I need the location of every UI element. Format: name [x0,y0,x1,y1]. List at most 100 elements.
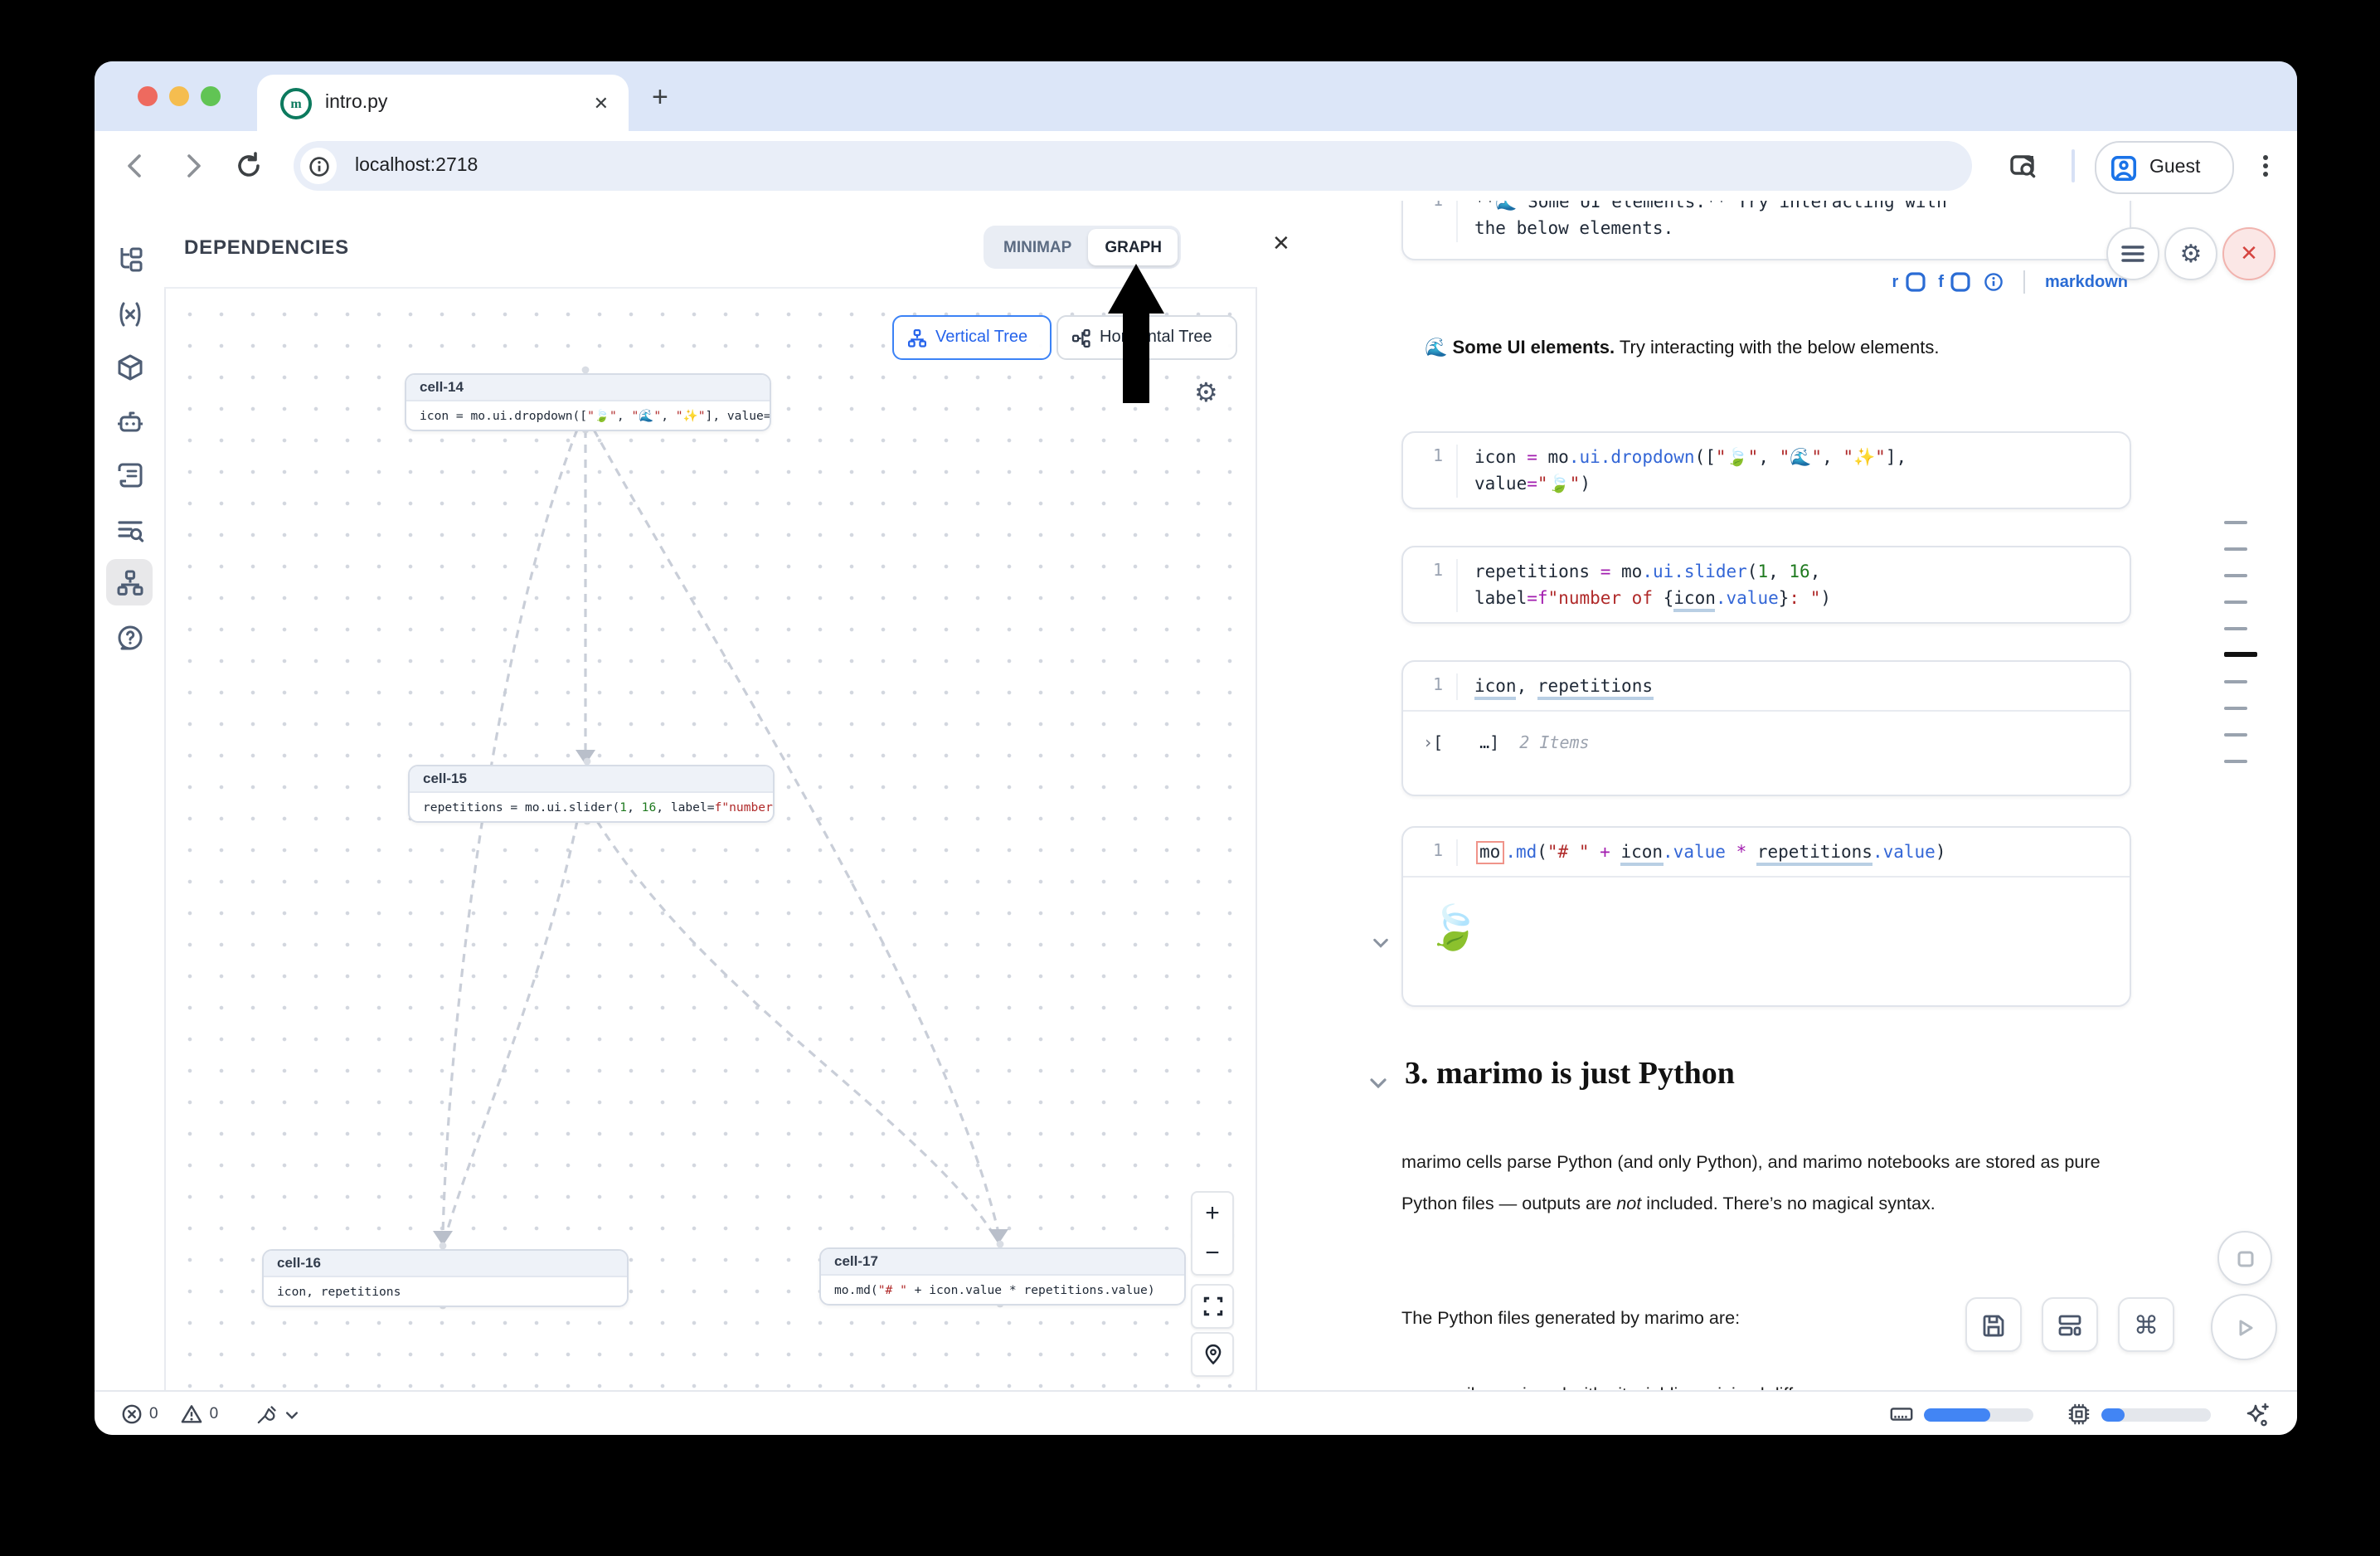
notebook-settings-button[interactable]: ⚙ [2164,227,2217,280]
warning-count[interactable]: 0 [182,1403,219,1425]
connection-status[interactable] [255,1403,299,1426]
chevron-down-icon [283,1406,299,1422]
cell-code[interactable]: icon = mo.ui.dropdown(["🍃", "🌊", "✨"],va… [1474,445,1906,498]
keyboard-shortcuts-button[interactable]: ⌘ [2118,1297,2174,1352]
cell-tuple-editor[interactable]: 1 icon, repetitions ›[…] 2 Items [1401,660,2131,796]
marimo-favicon-icon: m [280,87,312,119]
graph-node-cell-15[interactable]: cell-15 repetitions = mo.ui.slider(1, 16… [408,765,775,823]
graph-node-cell-14[interactable]: cell-14 icon = mo.ui.dropdown(["🍃", "🌊",… [405,373,771,431]
section-paragraph-2: The Python files generated by marimo are… [1401,1299,2138,1340]
info-icon[interactable] [1984,272,2004,292]
hamburger-icon [2121,244,2144,264]
panel-close-icon[interactable]: ✕ [1272,231,1290,257]
url-bar[interactable]: localhost:2718 [294,141,1972,191]
toc-line[interactable] [2224,733,2247,737]
cell-code[interactable]: **🌊 Some UI elements.** Try interacting … [1474,201,1947,242]
avatar-icon [2110,153,2138,182]
toc-line[interactable] [2224,707,2247,710]
fit-view-button[interactable] [1191,1284,1234,1329]
save-button[interactable] [1965,1297,2022,1352]
format-label[interactable]: f [1938,273,1944,291]
toc-line[interactable] [2224,760,2247,763]
toc-line[interactable] [2224,574,2247,577]
sidebar-item-packages[interactable] [106,343,153,390]
run-on-change-label[interactable]: r [1892,273,1898,291]
browser-tab-bar: m intro.py ✕ + [95,61,2297,131]
tuple-output[interactable]: ›[…] 2 Items [1403,712,2130,776]
graph-node-cell-17[interactable]: cell-17 mo.md("# " + icon.value * repeti… [819,1247,1186,1306]
wave-emoji: 🌊 [1425,338,1447,358]
toc-line[interactable] [2224,547,2247,551]
traffic-light-zoom[interactable] [201,86,221,106]
ai-assistant-button[interactable] [2244,1401,2271,1427]
locate-node-button[interactable] [1191,1332,1234,1377]
expand-chevron[interactable]: › [1423,735,1433,753]
toc-line[interactable] [2224,521,2247,524]
cell-dropdown-editor[interactable]: 1 icon = mo.ui.dropdown(["🍃", "🌊", "✨"],… [1401,431,2131,509]
collapsed-dots[interactable]: …] [1479,735,1499,753]
cell-code[interactable]: icon, repetitions [1474,673,1653,700]
section-paragraph: marimo cells parse Python (and only Pyth… [1401,1143,2138,1226]
close-x-icon: ✕ [2240,241,2258,267]
toc-line[interactable] [2224,680,2247,683]
browser-tab[interactable]: m intro.py ✕ [257,75,629,131]
traffic-light-minimize[interactable] [169,86,189,106]
section-collapse-chevron-icon[interactable] [1368,1073,1388,1093]
site-info-icon[interactable] [300,148,337,184]
gear-icon: ⚙ [2180,239,2203,269]
cell-markdown-editor[interactable]: 1 **🌊 Some UI elements.** Try interactin… [1401,201,2131,260]
sidebar-item-logs[interactable] [106,451,153,498]
cell-code[interactable]: repetitions = mo.ui.slider(1, 16,label=f… [1474,559,1831,612]
save-icon [1980,1311,2007,1338]
profile-button[interactable]: Guest [2095,141,2234,194]
language-badge[interactable]: markdown [2045,273,2128,291]
forward-icon[interactable] [177,151,207,181]
menu-dots-icon[interactable] [2251,151,2280,181]
graph-node-cell-16[interactable]: cell-16 icon, repetitions [262,1249,629,1307]
traffic-light-close[interactable] [138,86,158,106]
zoom-in-button[interactable]: + [1191,1191,1234,1236]
tab-close-icon[interactable]: ✕ [594,92,609,114]
toc-line-active[interactable] [2224,652,2257,657]
run-all-button[interactable] [2211,1294,2277,1360]
zoom-out-button[interactable]: − [1191,1233,1234,1276]
back-icon[interactable] [121,151,151,181]
sidebar-item-file-tree[interactable] [106,236,153,282]
sidebar-item-variables[interactable] [106,290,153,337]
sidebar-item-dependencies[interactable] [106,559,153,605]
stop-button[interactable] [2217,1231,2272,1286]
toc-line[interactable] [2224,627,2247,630]
warning-triangle-icon [182,1403,203,1425]
cell-md-editor[interactable]: 1 mo.md("# " + icon.value * repetitions.… [1401,826,2131,1007]
line-number: 1 [1403,839,1458,866]
layout-button[interactable] [2042,1297,2098,1352]
node-code: icon = mo.ui.dropdown(["🍃", "🌊", "✨"], v… [406,401,770,430]
error-count[interactable]: 0 [121,1403,158,1425]
toc-line[interactable] [2224,601,2247,604]
node-code: mo.md("# " + icon.value * repetitions.va… [821,1276,1184,1304]
cell-slider-editor[interactable]: 1 repetitions = mo.ui.slider(1, 16,label… [1401,546,2131,624]
unplug-icon [255,1403,278,1426]
line-number: 1 [1403,445,1458,498]
node-id: cell-17 [821,1249,1184,1276]
shutdown-button[interactable]: ✕ [2222,227,2276,280]
notebook-menu-button[interactable] [2106,227,2159,280]
md-rest-text: Try interacting with the below elements. [1615,338,1939,358]
sidebar-item-snippets[interactable] [106,506,153,552]
tab-minimap[interactable]: MINIMAP [987,229,1088,265]
sidebar-item-ai-chat[interactable] [106,398,153,445]
graph-settings-gear-icon[interactable]: ⚙ [1194,377,1218,410]
new-tab-button[interactable]: + [652,81,668,114]
help-icon [115,623,143,651]
reload-icon[interactable] [234,151,264,181]
circle-x-icon [121,1403,143,1425]
cell-code[interactable]: mo.md("# " + icon.value * repetitions.va… [1474,839,1946,866]
app-content: DEPENDENCIES MINIMAP GRAPH ✕ [95,201,2297,1390]
sidebar-item-help[interactable] [106,614,153,660]
leaf-output: 🍃 [1403,878,2130,977]
checkbox-icon[interactable] [1905,272,1925,292]
vertical-tree-button[interactable]: Vertical Tree [892,315,1052,360]
checkbox-icon[interactable] [1950,272,1970,292]
tab-search-icon[interactable] [2008,151,2038,181]
collapse-chevron-icon[interactable] [1372,934,1390,952]
